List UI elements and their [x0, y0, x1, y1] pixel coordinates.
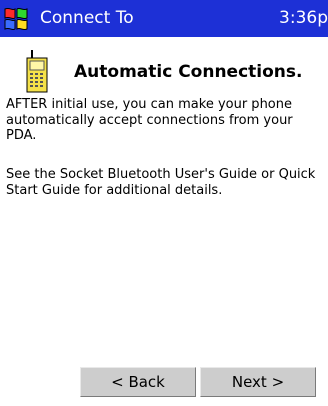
help-paragraph: See the Socket Bluetooth User's Guide or… — [6, 167, 316, 198]
next-button[interactable]: Next > — [200, 367, 316, 397]
instruction-paragraph: AFTER initial use, you can make your pho… — [6, 97, 293, 143]
back-button[interactable]: < Back — [80, 367, 196, 397]
clock[interactable]: 3:36p — [279, 8, 328, 28]
windows-flag-icon[interactable] — [2, 4, 30, 33]
mobile-phone-icon — [26, 50, 48, 93]
page-heading: Automatic Connections. — [74, 62, 303, 82]
title-bar: Connect To 3:36p — [0, 0, 328, 37]
window-title: Connect To — [40, 8, 134, 28]
